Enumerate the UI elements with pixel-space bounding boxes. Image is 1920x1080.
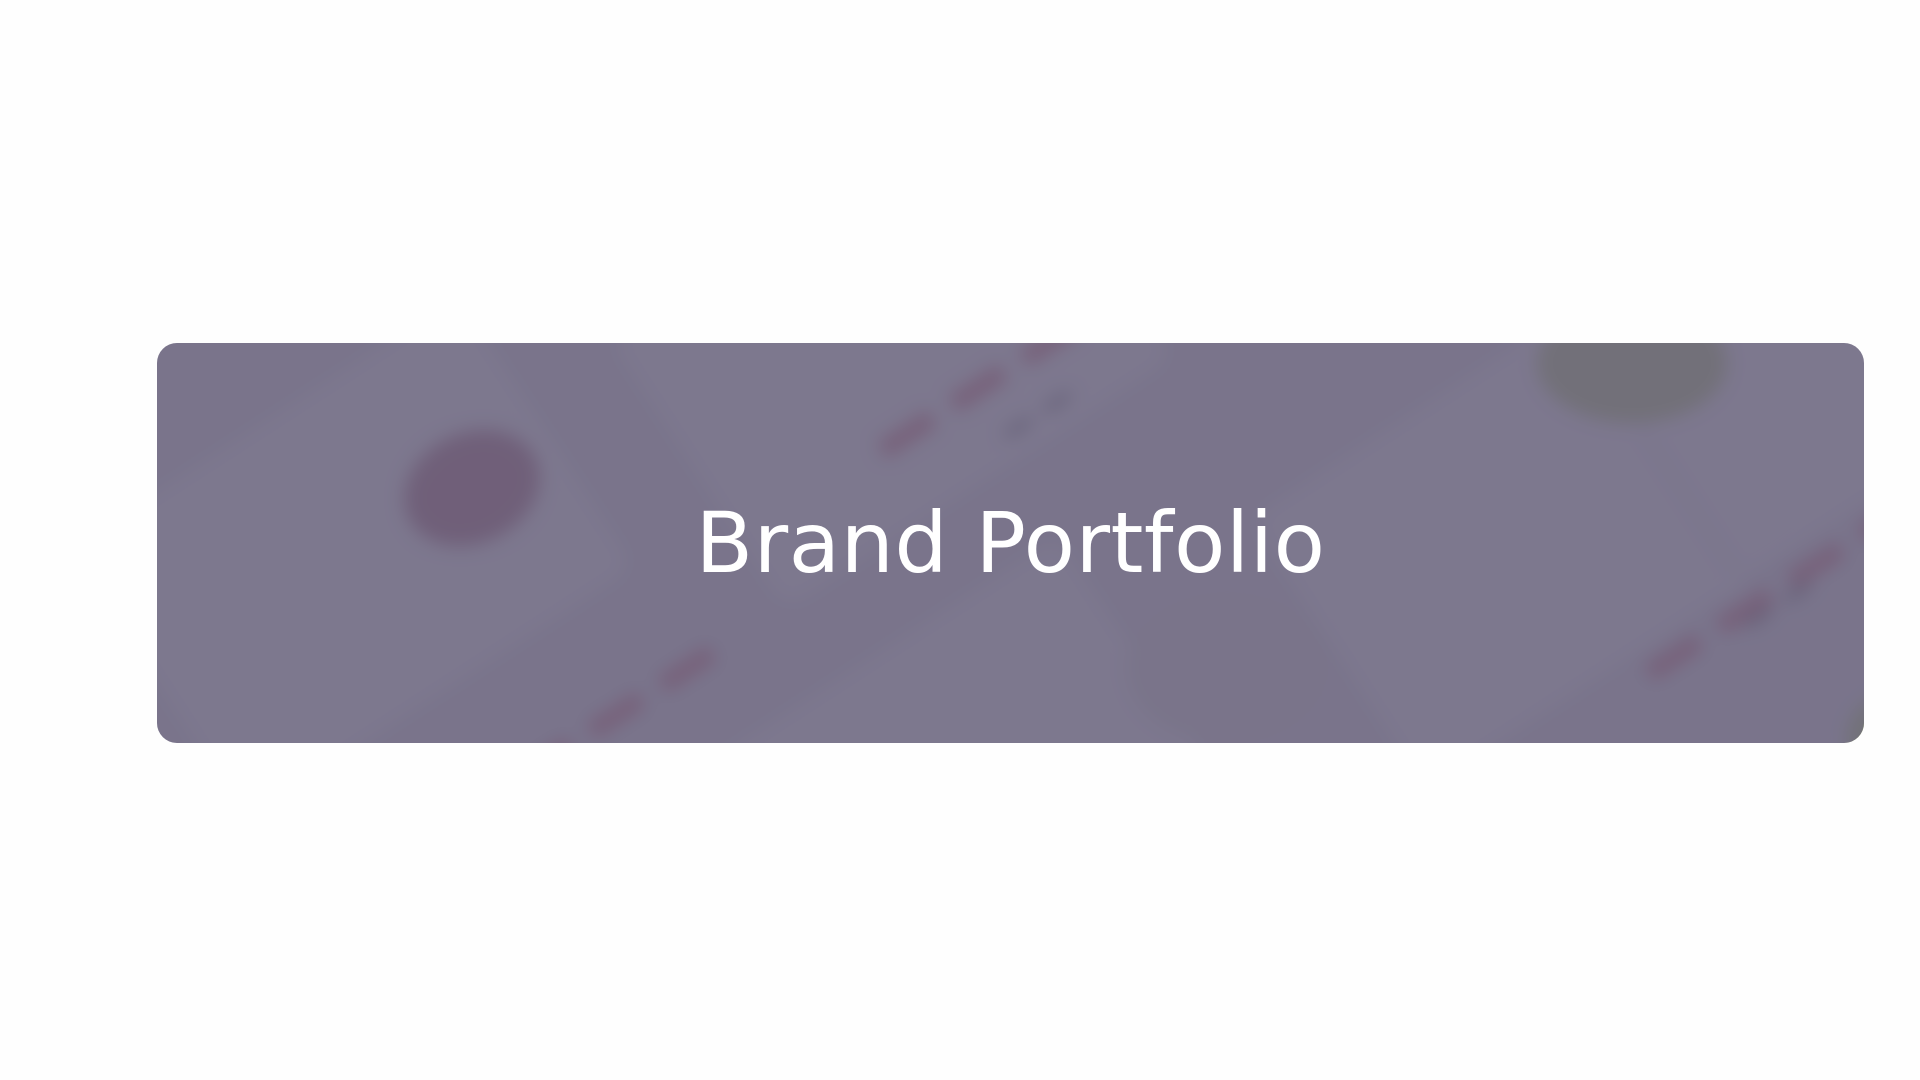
brand-portfolio-banner[interactable]: ▬ ▬ ▬ ▬ ▬ ▬ ▬ ▬ ▬ ▬ ▬ ▬ ▬ ▬ ▬ Brand Port… bbox=[157, 343, 1864, 743]
banner-title: Brand Portfolio bbox=[695, 494, 1326, 592]
